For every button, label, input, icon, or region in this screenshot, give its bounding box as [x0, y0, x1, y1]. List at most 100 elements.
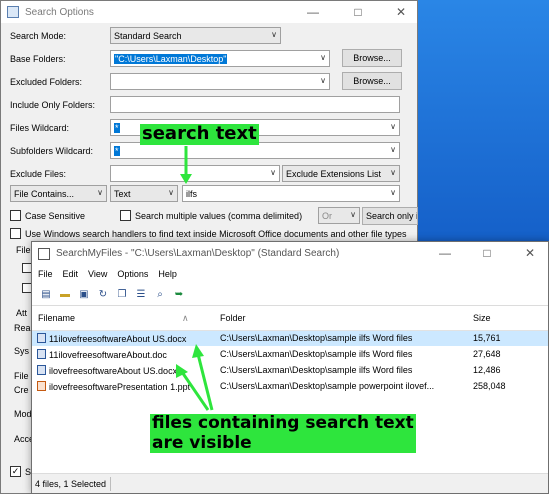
checkbox-box [10, 210, 21, 221]
table-row[interactable]: 11ilovefreesoftwareAbout.doc C:\Users\Lax… [32, 347, 548, 362]
cell-filename: ilovefreesoftwareAbout US.docx [37, 365, 177, 376]
windows-handlers-label: Use Windows search handlers to find text… [25, 228, 407, 239]
annotation-line-1: files containing search text [152, 413, 414, 433]
find-icon[interactable]: ⌕ [152, 288, 168, 302]
cell-filename: 11ilovefreesoftwareAbout US.docx [37, 333, 186, 344]
open-folder-icon[interactable]: ▬ [57, 288, 73, 302]
save-icon[interactable]: ▣ [76, 288, 92, 302]
multiple-values-checkbox[interactable]: Search multiple values (comma delimited) [120, 210, 302, 221]
search-mode-select[interactable]: Standard Search ∨ [110, 27, 281, 44]
results-window-title: SearchMyFiles - "C:\Users\Laxman\Desktop… [56, 248, 340, 259]
partial-label-attr: Att [16, 308, 28, 318]
browse-excluded-button[interactable]: Browse... [342, 72, 402, 90]
chevron-down-icon: ∨ [320, 76, 326, 85]
chevron-down-icon: ∨ [390, 122, 396, 131]
ppt-file-icon [37, 381, 46, 391]
table-row[interactable]: ilovefreesoftwarePresentation 1.ppt C:\Us… [32, 379, 548, 394]
partial-st-checkbox[interactable]: ✓ St [10, 466, 34, 477]
partial-label-cre: Cre [14, 385, 29, 395]
partial-label-rea: Rea [14, 323, 31, 333]
base-folders-input[interactable]: "C:\Users\Laxman\Desktop" ∨ [110, 50, 330, 67]
filename-text: ilovefreesoftwareAbout US.docx [49, 366, 178, 376]
column-folder[interactable]: Folder [220, 313, 246, 323]
exclude-extensions-select[interactable]: Exclude Extensions List ∨ [282, 165, 400, 182]
excluded-folders-input[interactable]: ∨ [110, 73, 330, 90]
column-size[interactable]: Size [473, 313, 491, 323]
annotation-line-2: are visible [152, 432, 252, 453]
status-count: 4 files, 1 Selected [35, 478, 107, 489]
new-search-icon[interactable]: ▤ [38, 288, 54, 302]
search-mode-label: Search Mode: [10, 31, 67, 41]
exclude-files-input[interactable]: ∨ [110, 165, 280, 182]
multiple-values-label: Search multiple values (comma delimited) [135, 210, 303, 221]
files-wildcard-value: * [114, 122, 120, 133]
filename-text: 11ilovefreesoftwareAbout.doc [49, 350, 167, 360]
maximize-icon[interactable]: □ [472, 242, 502, 264]
annotation-files-visible: files containing search text are visible [150, 413, 416, 454]
copy-icon[interactable]: ❐ [114, 288, 130, 302]
maximize-icon[interactable]: □ [343, 1, 373, 23]
menu-file[interactable]: File [38, 269, 53, 279]
partial-label-sys: Sys [14, 346, 30, 356]
excluded-folders-label: Excluded Folders: [10, 77, 83, 87]
contains-type-value: Text [114, 188, 131, 199]
window-title: Search Options [25, 6, 94, 18]
checkbox-box [10, 228, 21, 239]
word-file-icon [37, 365, 46, 375]
menu-edit[interactable]: Edit [63, 269, 79, 279]
exit-icon[interactable]: ➥ [171, 288, 187, 302]
table-row[interactable]: 11ilovefreesoftwareAbout US.docx C:\Users… [32, 331, 548, 346]
or-value: Or [322, 210, 332, 221]
refresh-icon[interactable]: ↻ [95, 288, 111, 302]
chevron-down-icon: ∨ [320, 53, 326, 62]
cell-filename: ilovefreesoftwarePresentation 1.ppt [37, 381, 190, 392]
cell-folder: C:\Users\Laxman\Desktop\sample powerpoin… [220, 381, 435, 391]
partial-label-file: File [16, 245, 31, 255]
browse-base-button[interactable]: Browse... [342, 49, 402, 67]
checkbox-box [120, 210, 131, 221]
word-file-icon [37, 349, 46, 359]
menu-bar: File Edit View Options Help [32, 265, 548, 283]
or-select[interactable]: Or ∨ [318, 207, 360, 224]
chevron-down-icon: ∨ [350, 210, 356, 219]
close-icon[interactable]: ✕ [515, 242, 545, 264]
status-separator [110, 476, 112, 491]
chevron-down-icon: ∨ [390, 188, 396, 197]
cell-filename: 11ilovefreesoftwareAbout.doc [37, 349, 167, 360]
table-row[interactable]: ilovefreesoftwareAbout US.docx C:\Users\L… [32, 363, 548, 378]
base-folders-value: "C:\Users\Laxman\Desktop" [114, 53, 228, 64]
file-contains-value: File Contains... [14, 188, 75, 199]
minimize-icon[interactable]: — [298, 1, 328, 23]
cell-size: 27,648 [473, 349, 501, 359]
base-folders-label: Base Folders: [10, 54, 66, 64]
filename-text: ilovefreesoftwarePresentation 1.ppt [49, 382, 191, 392]
close-icon[interactable]: ✕ [386, 1, 416, 23]
case-sensitive-checkbox[interactable]: Case Sensitive [10, 210, 85, 221]
search-text-input[interactable]: ilfs ∨ [182, 185, 400, 202]
chevron-down-icon: ∨ [97, 188, 103, 197]
chevron-down-icon: ∨ [390, 168, 396, 177]
cell-folder: C:\Users\Laxman\Desktop\sample ilfs Word… [220, 365, 413, 375]
chevron-down-icon: ∨ [270, 168, 276, 177]
toolbar: ▤ ▬ ▣ ↻ ❐ ☰ ⌕ ➥ [32, 284, 548, 306]
windows-handlers-checkbox[interactable]: Use Windows search handlers to find text… [10, 228, 407, 239]
include-only-input[interactable] [110, 96, 400, 113]
file-contains-select[interactable]: File Contains... ∨ [10, 185, 107, 202]
files-wildcard-label: Files Wildcard: [10, 123, 70, 133]
menu-options[interactable]: Options [117, 269, 148, 279]
partial-label-mod: Mod [14, 409, 32, 419]
contains-type-select[interactable]: Text ∨ [110, 185, 178, 202]
results-titlebar: SearchMyFiles - "C:\Users\Laxman\Desktop… [32, 242, 548, 265]
menu-help[interactable]: Help [158, 269, 177, 279]
properties-icon[interactable]: ☰ [133, 288, 149, 302]
minimize-icon[interactable]: — [430, 242, 460, 264]
menu-view[interactable]: View [88, 269, 107, 279]
status-bar: 4 files, 1 Selected [32, 473, 548, 493]
column-filename[interactable]: Filename [38, 313, 75, 323]
cell-folder: C:\Users\Laxman\Desktop\sample ilfs Word… [220, 333, 413, 343]
search-only-button[interactable]: Search only i [362, 207, 418, 225]
app-icon [7, 6, 19, 18]
annotation-search-text: search text [140, 123, 259, 145]
filename-text: 11ilovefreesoftwareAbout US.docx [49, 334, 187, 344]
exclude-extensions-value: Exclude Extensions List [286, 168, 382, 179]
